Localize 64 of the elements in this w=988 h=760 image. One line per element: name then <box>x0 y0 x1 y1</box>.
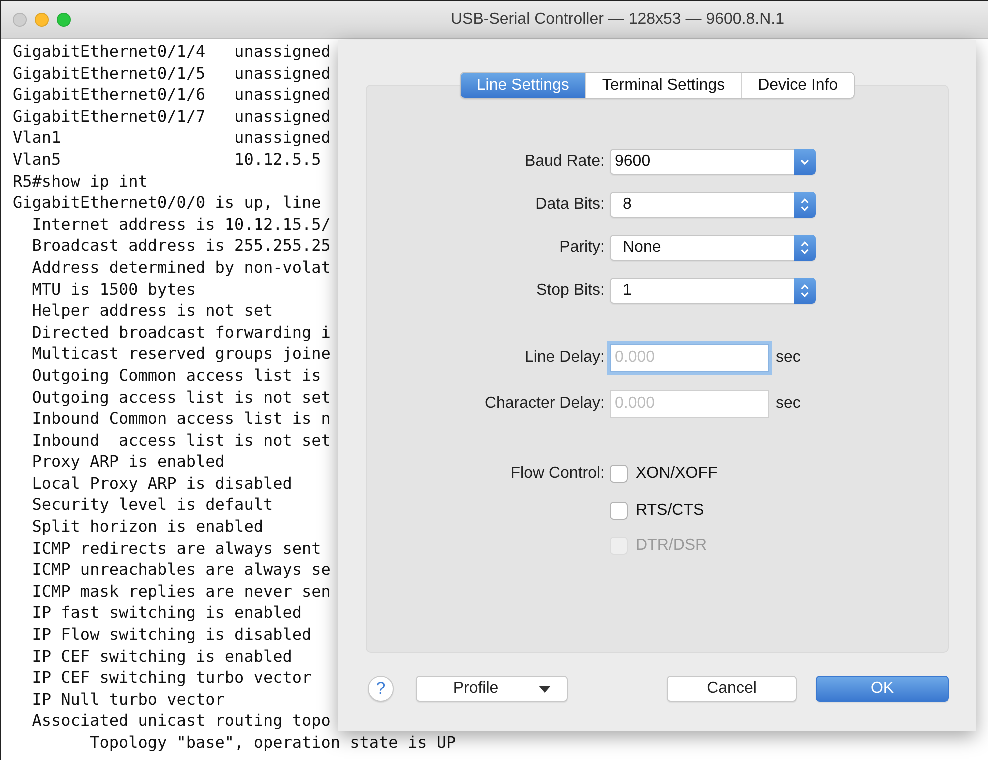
field-label: Flow Control: <box>510 465 606 483</box>
terminal-line: IP CEF switching turbo vector <box>31 667 312 689</box>
terminal-line: Inbound Common access list is n <box>31 408 331 430</box>
terminal-line: Directed broadcast forwarding i <box>31 322 331 344</box>
field-label: Parity: <box>558 239 606 257</box>
field-label: Character Delay: <box>484 395 606 413</box>
terminal-line: Split horizon is enabled <box>31 516 264 538</box>
unit-label: sec <box>776 395 801 413</box>
combo-box[interactable]: 9600 <box>610 149 816 175</box>
terminal-line: Vlan1 unassigned <box>13 127 331 149</box>
terminal-line: Associated unicast routing topo <box>31 710 331 732</box>
terminal-line: Inbound access list is not set <box>31 430 331 452</box>
up-down-chevron-icon <box>794 278 816 304</box>
popup-button[interactable]: 1 <box>610 278 816 304</box>
terminal-line: ICMP redirects are always sent <box>31 538 322 560</box>
terminal-line: Proxy ARP is enabled <box>31 451 225 473</box>
popup-button[interactable]: 8 <box>610 192 816 218</box>
terminal-line: Outgoing access list is not set <box>31 386 331 408</box>
unit-label: sec <box>776 349 801 367</box>
terminal-line: ICMP unreachables are always se <box>31 559 331 581</box>
terminal-line: Local Proxy ARP is disabled <box>31 472 292 494</box>
terminal-line: IP Flow switching is disabled <box>31 624 312 646</box>
close-button[interactable] <box>13 12 27 26</box>
help-button[interactable]: ? <box>368 676 394 702</box>
terminal-line: GigabitEthernet0/1/5 unassigned <box>13 62 331 84</box>
terminal-line: IP CEF switching is enabled <box>31 646 292 668</box>
terminal-line: Topology "base", operation state is UP <box>89 732 456 754</box>
tab[interactable]: Terminal Settings <box>585 73 742 98</box>
terminal-line: GigabitEthernet0/1/6 unassigned <box>13 84 331 106</box>
minimize-button[interactable] <box>35 12 49 26</box>
terminal-line: Vlan5 10.12.5.5 <box>13 148 322 171</box>
terminal-line: Multicast reserved groups joine <box>31 343 331 365</box>
terminal-line: IP Null turbo vector <box>31 688 225 710</box>
terminal-line: Address determined by non-volat <box>31 256 331 279</box>
tab[interactable]: Device Info <box>741 73 854 98</box>
popup-button[interactable]: None <box>610 235 816 261</box>
terminal-line: GigabitEthernet0/0/0 is up, line <box>13 192 322 214</box>
terminal-line: GigabitEthernet0/1/7 unassigned <box>13 106 331 128</box>
field-label: Data Bits: <box>534 196 606 214</box>
terminal-line: Security level is default <box>31 494 274 516</box>
terminal-line: ICMP mask replies are never sen <box>31 580 331 602</box>
checkbox[interactable]: RTS/CTS <box>610 502 704 520</box>
terminal-line: Outgoing Common access list is <box>31 364 322 386</box>
zoom-button[interactable] <box>57 12 71 26</box>
terminal-line: IP fast switching is enabled <box>31 602 302 624</box>
terminal-line: MTU is 1500 bytes <box>31 278 196 300</box>
input-field[interactable]: 0.000 <box>610 344 769 372</box>
input-field[interactable]: 0.000 <box>610 390 769 418</box>
chevron-down-icon <box>794 149 816 175</box>
field-label: Baud Rate: <box>524 153 606 171</box>
terminal-line: GigabitEthernet0/1/4 unassigned <box>13 41 331 63</box>
terminal-line: Helper address is not set <box>31 300 274 322</box>
terminal-line: R5#show ip int <box>13 170 148 192</box>
window-title: USB-Serial Controller — 128x53 — 9600.8.N.1 <box>451 10 784 28</box>
dropdown-triangle-icon <box>538 686 551 692</box>
cancel-button[interactable]: Cancel <box>667 676 797 702</box>
up-down-chevron-icon <box>794 192 816 218</box>
profile-button[interactable]: Profile <box>416 676 568 702</box>
field-label: Line Delay: <box>524 349 606 367</box>
up-down-chevron-icon <box>794 235 816 261</box>
terminal-line: Internet address is 10.12.15.5/ <box>31 214 331 236</box>
field-label: Stop Bits: <box>536 282 606 300</box>
terminal-line: Broadcast address is 255.255.25 <box>31 235 331 257</box>
checkbox[interactable]: XON/XOFF <box>610 465 718 483</box>
